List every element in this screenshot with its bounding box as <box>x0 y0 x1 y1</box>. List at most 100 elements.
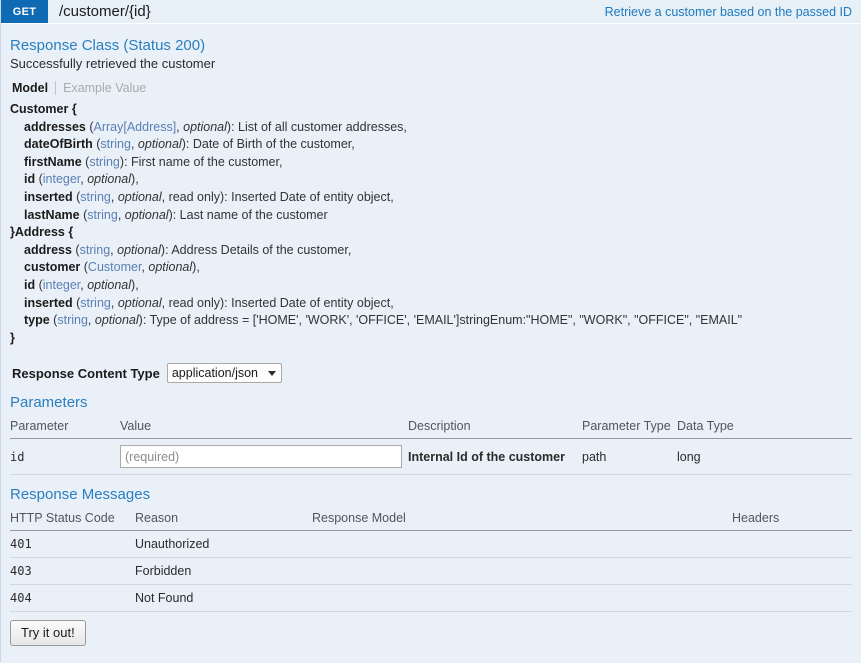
property-description: : Last name of the customer <box>172 207 328 222</box>
property-type: string <box>80 189 111 204</box>
property-type: integer <box>42 172 81 187</box>
parameter-description: Internal Id of the customer <box>408 438 582 476</box>
schema-property: firstName (string): First name of the cu… <box>24 154 283 169</box>
api-operation-panel: GET /customer/{id} Retrieve a customer b… <box>0 0 861 663</box>
schema-address-open: }Address { <box>10 225 74 240</box>
table-row: id Internal Id of the customer path long <box>10 438 852 476</box>
property-optional: optional <box>87 172 132 187</box>
column-header-http-status-code: HTTP Status Code <box>10 507 135 532</box>
property-description: , <box>135 277 139 292</box>
response-messages-table: HTTP Status Code Reason Response Model H… <box>10 507 852 613</box>
property-name: inserted <box>24 295 73 310</box>
tab-example-value[interactable]: Example Value <box>56 81 146 95</box>
property-name: dateOfBirth <box>24 137 93 152</box>
property-description: , <box>196 260 200 275</box>
response-model <box>312 584 732 613</box>
column-header-response-model: Response Model <box>312 507 732 532</box>
property-name: address <box>24 242 72 257</box>
property-name: id <box>24 277 36 292</box>
response-model <box>312 530 732 559</box>
operation-content: Response Class (Status 200) Successfully… <box>1 24 861 663</box>
column-header-data-type: Data Type <box>677 415 852 440</box>
response-reason: Forbidden <box>135 557 312 586</box>
parameter-value-cell <box>120 438 408 476</box>
tab-model[interactable]: Model <box>12 81 57 95</box>
response-class-title: Response Class (Status 200) <box>10 37 206 54</box>
response-reason: Not Found <box>135 584 312 613</box>
property-type: integer <box>42 277 81 292</box>
property-type[interactable]: Array[Address] <box>94 120 177 134</box>
schema-property: id (integer, optional), <box>24 172 139 187</box>
schema-property: type (string, optional): Type of address… <box>24 313 743 328</box>
schema-property: dateOfBirth (string, optional): Date of … <box>24 137 355 152</box>
model-schema: Customer { addresses (Array[Address], op… <box>10 101 852 349</box>
response-content-type-select-wrap[interactable]: application/json <box>166 363 282 384</box>
response-content-type-select[interactable]: application/json <box>166 363 282 384</box>
try-it-out-button[interactable]: Try it out! <box>10 620 86 647</box>
schema-customer-open: Customer { <box>10 102 77 116</box>
property-description: : List of all customer addresses, <box>231 119 407 134</box>
response-content-type-label: Response Content Type <box>12 365 160 381</box>
property-name: addresses <box>24 119 86 134</box>
response-model <box>312 557 732 586</box>
property-description: : Address Details of the customer, <box>165 242 352 257</box>
property-type: string <box>100 137 131 152</box>
column-header-description: Description <box>408 415 582 440</box>
table-row: 404 Not Found <box>10 584 852 613</box>
response-headers <box>732 530 852 559</box>
response-class-description: Successfully retrieved the customer <box>10 56 216 71</box>
operation-heading[interactable]: GET /customer/{id} Retrieve a customer b… <box>1 0 861 24</box>
property-name: inserted <box>24 189 73 204</box>
property-optional: optional <box>94 313 139 328</box>
table-row: 401 Unauthorized <box>10 530 852 559</box>
property-optional: optional <box>148 260 193 275</box>
property-type: string <box>80 295 111 310</box>
property-name: firstName <box>24 154 82 169</box>
column-header-headers: Headers <box>732 507 852 532</box>
schema-property: address (string, optional): Address Deta… <box>24 242 352 257</box>
property-description: , <box>135 172 139 187</box>
schema-property: lastName (string, optional): Last name o… <box>24 207 328 222</box>
property-type: string <box>57 313 88 328</box>
response-status-code: 403 <box>10 557 135 586</box>
property-readonly: read only <box>168 295 220 310</box>
parameters-table: Parameter Value Description Parameter Ty… <box>10 415 852 476</box>
property-description: : Inserted Date of entity object, <box>224 295 394 310</box>
response-headers <box>732 557 852 586</box>
property-optional: optional <box>117 242 161 257</box>
property-description: : Date of Birth of the customer, <box>185 137 355 152</box>
property-optional: optional <box>87 277 132 292</box>
parameter-value-input[interactable] <box>120 445 402 469</box>
response-status-code: 404 <box>10 584 135 613</box>
http-method-badge: GET <box>1 0 48 23</box>
property-type: string <box>79 242 111 257</box>
property-type: string <box>87 207 118 222</box>
response-headers <box>732 584 852 613</box>
model-tabs: Model Example Value <box>10 77 852 101</box>
parameter-data-type: long <box>677 438 852 476</box>
response-status-code: 401 <box>10 530 135 559</box>
column-header-parameter: Parameter <box>10 415 120 440</box>
schema-property: inserted (string, optional, read only): … <box>24 295 394 310</box>
property-type[interactable]: Customer <box>88 260 142 274</box>
property-name: customer <box>24 260 81 275</box>
operation-path: /customer/{id} <box>59 3 151 20</box>
parameters-header-row: Parameter Value Description Parameter Ty… <box>10 415 852 440</box>
schema-property: customer (Customer, optional), <box>24 260 200 275</box>
operation-summary[interactable]: Retrieve a customer based on the passed … <box>605 0 861 23</box>
response-reason: Unauthorized <box>135 530 312 559</box>
property-optional: optional <box>183 119 227 134</box>
property-optional: optional <box>124 207 169 222</box>
schema-property: addresses (Array[Address], optional): Li… <box>24 119 407 134</box>
column-header-value: Value <box>120 415 408 440</box>
property-optional: optional <box>117 189 162 204</box>
column-header-parameter-type: Parameter Type <box>582 415 677 440</box>
parameter-name: id <box>10 438 120 476</box>
property-description: : First name of the customer, <box>124 154 283 169</box>
submit-row: Try it out! <box>10 612 852 647</box>
property-name: type <box>24 313 50 328</box>
property-description: : Inserted Date of entity object, <box>224 189 394 204</box>
property-description: : Type of address = ['HOME', 'WORK', 'OF… <box>142 313 743 328</box>
property-name: lastName <box>24 207 80 222</box>
parameters-title: Parameters <box>10 394 88 412</box>
